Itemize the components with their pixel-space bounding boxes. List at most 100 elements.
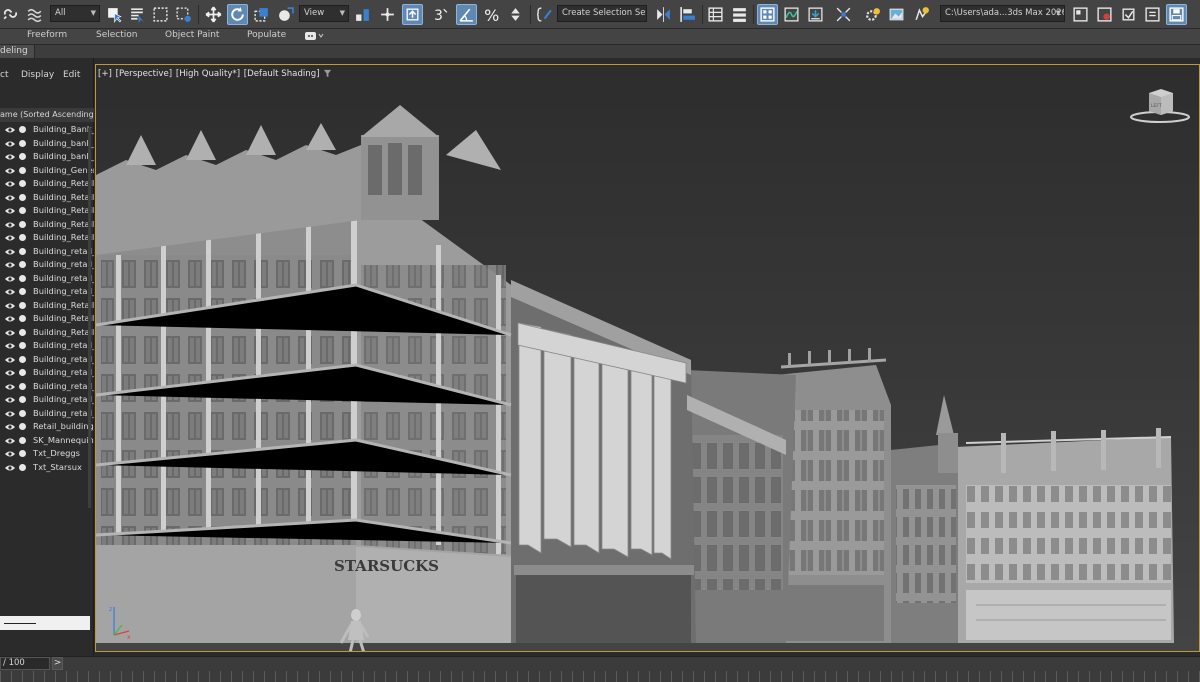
ribbon-tab-populate[interactable]: Populate [247, 30, 286, 40]
mirror-icon[interactable] [653, 4, 674, 25]
freeze-toggle-icon[interactable] [19, 369, 26, 376]
freeze-toggle-icon[interactable] [19, 234, 26, 241]
set-project-folder-icon[interactable] [1094, 4, 1115, 25]
angle-snap-icon[interactable] [456, 4, 477, 25]
bind-spacewarp-icon[interactable] [24, 4, 45, 25]
visibility-eye-icon[interactable] [5, 126, 15, 134]
freeze-toggle-icon[interactable] [19, 247, 26, 255]
freeze-toggle-icon[interactable] [19, 463, 26, 471]
render-production-icon[interactable] [911, 4, 932, 25]
render-setup-icon[interactable] [862, 4, 883, 25]
freeze-toggle-icon[interactable] [19, 396, 26, 403]
freeze-toggle-icon[interactable] [19, 220, 26, 228]
freeze-toggle-icon[interactable] [19, 382, 26, 390]
visibility-eye-icon[interactable] [5, 356, 15, 364]
asset-tracking-icon[interactable] [1118, 4, 1139, 25]
freeze-toggle-icon[interactable] [19, 342, 26, 349]
scene-object-row[interactable]: Retail_building_ [0, 420, 94, 434]
viewport-quality-menu[interactable]: [High Quality*] [176, 69, 240, 79]
freeze-toggle-icon[interactable] [19, 288, 26, 295]
pivot-center-icon[interactable] [352, 4, 373, 25]
scene-object-row[interactable]: Building_retail_0 [0, 366, 94, 380]
visibility-eye-icon[interactable] [5, 302, 15, 310]
scene-explorer-filter-field[interactable] [0, 616, 90, 630]
viewport-shading-menu[interactable]: [Default Shading] [244, 69, 320, 79]
menu-display[interactable]: Display [21, 70, 54, 80]
ribbon-toggle-icon[interactable] [757, 4, 778, 25]
select-by-name-icon[interactable] [127, 4, 148, 25]
freeze-toggle-icon[interactable] [19, 274, 26, 282]
visibility-eye-icon[interactable] [5, 234, 15, 242]
window-crossing-icon[interactable] [173, 4, 194, 25]
selection-filter-dropdown[interactable]: All ▼ [50, 5, 100, 22]
snaps-toggle-icon[interactable]: 3 [430, 4, 451, 25]
scene-object-row[interactable]: Building_Retail_ [0, 326, 94, 340]
visibility-eye-icon[interactable] [5, 369, 15, 377]
move-icon[interactable] [203, 4, 224, 25]
scene-object-row[interactable]: Building_bank_0 [0, 137, 94, 151]
freeze-toggle-icon[interactable] [19, 450, 26, 457]
scene-object-row[interactable]: Building_Retail_ [0, 177, 94, 191]
viewcube[interactable]: LEFT [1129, 87, 1191, 123]
time-slider[interactable]: / 100 > [0, 656, 1200, 682]
scene-object-row[interactable]: Building_retail_0 [0, 272, 94, 286]
material-editor-icon[interactable] [833, 4, 854, 25]
menu-select[interactable]: ct [0, 70, 8, 80]
visibility-eye-icon[interactable] [5, 423, 15, 431]
visibility-eye-icon[interactable] [5, 261, 15, 269]
visibility-eye-icon[interactable] [5, 180, 15, 188]
freeze-toggle-icon[interactable] [19, 139, 26, 147]
edit-named-selection-icon[interactable] [534, 4, 555, 25]
freeze-toggle-icon[interactable] [19, 409, 26, 417]
visibility-eye-icon[interactable] [5, 450, 15, 458]
ribbon-tab-object-paint[interactable]: Object Paint [165, 30, 219, 40]
ribbon-tab-freeform[interactable]: Freeform [27, 30, 67, 40]
visibility-eye-icon[interactable] [5, 207, 15, 215]
visibility-eye-icon[interactable] [5, 275, 15, 283]
schematic-view-icon[interactable] [805, 4, 826, 25]
ribbon-options-icon[interactable] [305, 31, 325, 44]
file-open-icon[interactable] [1142, 4, 1163, 25]
visibility-eye-icon[interactable] [5, 167, 15, 175]
frame-counter[interactable]: / 100 [0, 657, 50, 670]
scene-object-row[interactable]: Building_Bank_0 [0, 123, 94, 137]
scene-explorer-toggle-icon[interactable] [705, 4, 726, 25]
freeze-toggle-icon[interactable] [19, 193, 26, 201]
freeze-toggle-icon[interactable] [19, 436, 26, 444]
freeze-toggle-icon[interactable] [19, 180, 26, 187]
viewport-filter-icon[interactable] [323, 69, 332, 79]
freeze-toggle-icon[interactable] [19, 153, 26, 160]
scene-object-row[interactable]: Building_Generic [0, 164, 94, 178]
freeze-toggle-icon[interactable] [19, 207, 26, 214]
visibility-eye-icon[interactable] [5, 248, 15, 256]
named-selection-set-dropdown[interactable]: Create Selection Se [557, 5, 647, 22]
scene-object-row[interactable]: SK_Mannequin. [0, 434, 94, 448]
percent-snap-icon[interactable]: % [481, 4, 502, 25]
visibility-eye-icon[interactable] [5, 342, 15, 350]
freeze-toggle-icon[interactable] [19, 328, 26, 336]
link-icon[interactable] [0, 4, 21, 25]
project-path-dropdown[interactable]: C:\Users\ada...3ds Max 2026 ▼ [940, 5, 1065, 22]
align-icon[interactable] [677, 4, 698, 25]
viewport-general-menu[interactable]: [+] [98, 69, 112, 79]
keyboard-shortcut-override-icon[interactable] [402, 4, 423, 25]
freeze-toggle-icon[interactable] [19, 261, 26, 268]
visibility-eye-icon[interactable] [5, 464, 15, 472]
sort-column-header[interactable]: ame (Sorted Ascending) [0, 108, 94, 122]
scene-object-row[interactable]: Building_retail_0 [0, 285, 94, 299]
layer-explorer-icon[interactable] [729, 4, 750, 25]
visibility-eye-icon[interactable] [5, 221, 15, 229]
freeze-toggle-icon[interactable] [19, 126, 26, 133]
ribbon-tab-modeling[interactable]: deling [0, 45, 35, 59]
scene-object-row[interactable]: Building_retail_0 [0, 245, 94, 259]
scene-object-row[interactable]: Building_Retail_ [0, 218, 94, 232]
visibility-eye-icon[interactable] [5, 410, 15, 418]
scene-object-row[interactable]: Building_Retail_ [0, 299, 94, 313]
freeze-toggle-icon[interactable] [19, 301, 26, 309]
scale-icon[interactable] [251, 4, 272, 25]
scene-object-row[interactable]: Building_retail_0 [0, 339, 94, 353]
scene-object-row[interactable]: Building_retail_0 [0, 393, 94, 407]
visibility-eye-icon[interactable] [5, 315, 15, 323]
visibility-eye-icon[interactable] [5, 194, 15, 202]
scene-object-row[interactable]: Txt_Starsux [0, 461, 94, 475]
